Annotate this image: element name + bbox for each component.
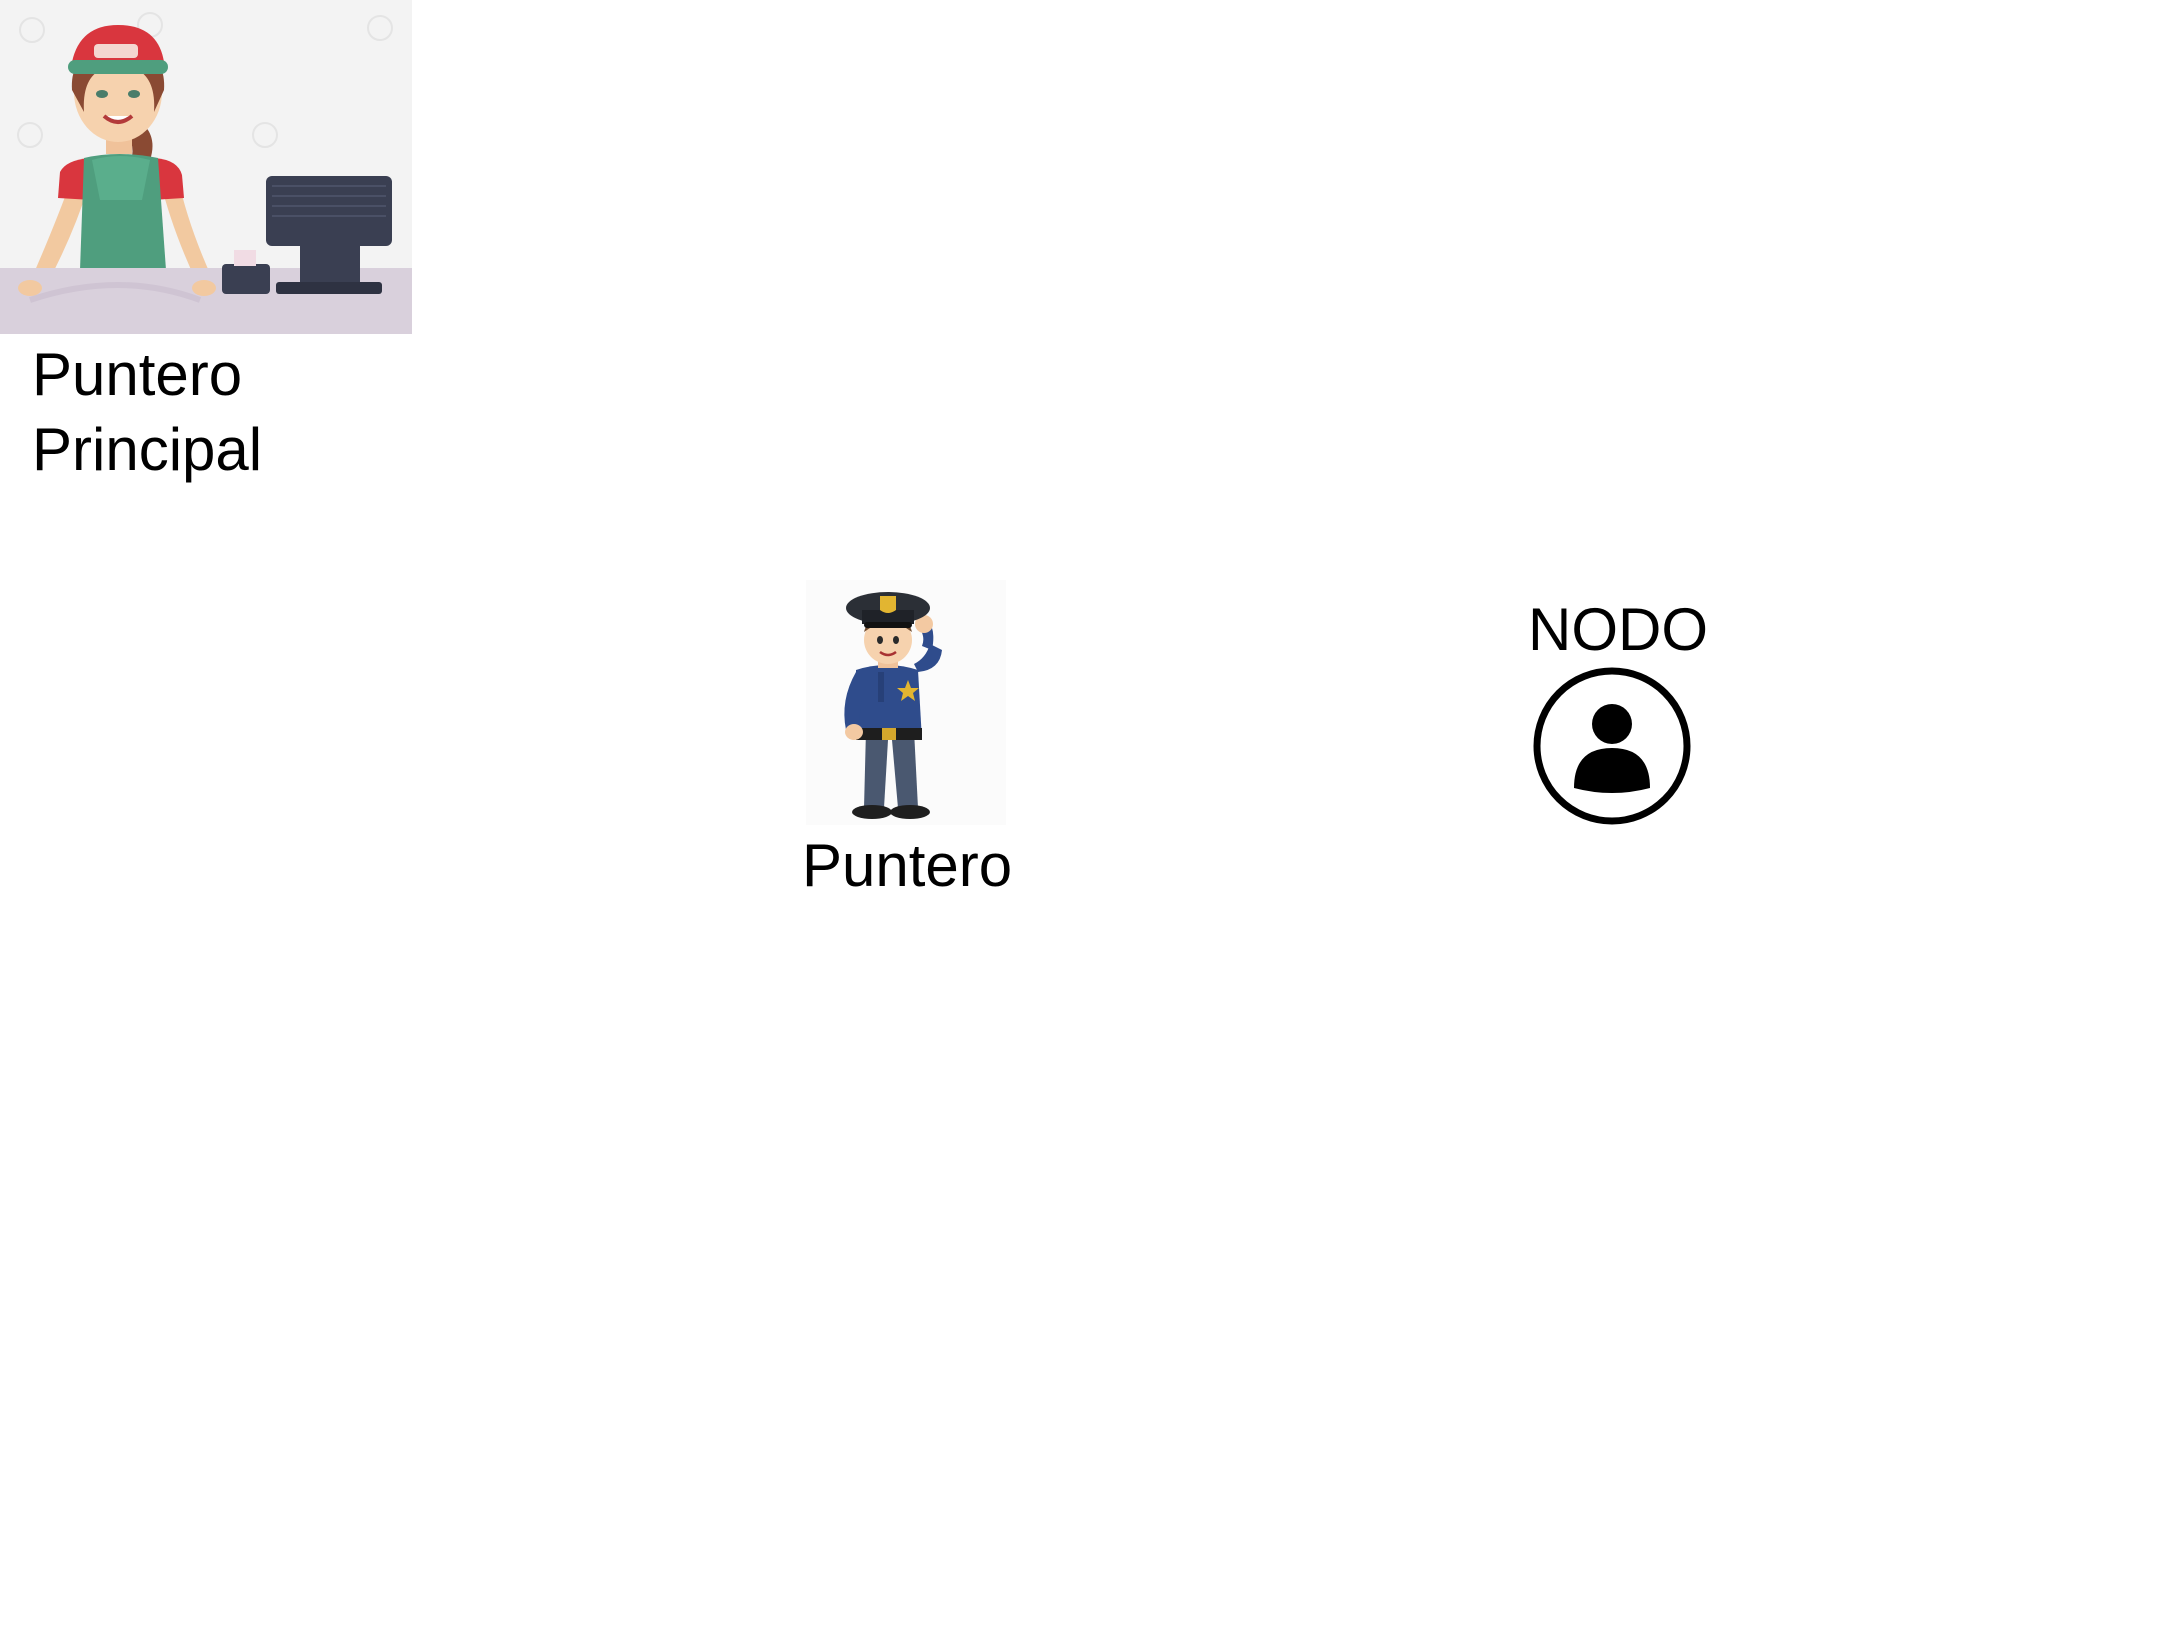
user-circle-icon bbox=[1532, 666, 1692, 826]
nodo-label: NODO bbox=[1528, 596, 1708, 663]
puntero-principal-label: Puntero Principal bbox=[32, 337, 262, 487]
puntero-label: Puntero bbox=[802, 832, 1013, 899]
police-officer-illustration bbox=[806, 580, 1006, 825]
puntero-principal-label-line2: Principal bbox=[32, 416, 263, 483]
puntero-principal-label-line1: Puntero bbox=[32, 341, 243, 408]
cashier-illustration bbox=[0, 0, 412, 334]
